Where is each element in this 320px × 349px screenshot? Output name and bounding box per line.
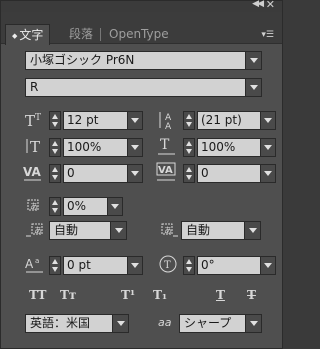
chevron-down-icon[interactable] — [127, 112, 142, 129]
vscale-stepper[interactable] — [49, 138, 61, 157]
antialias-icon: aa — [158, 316, 172, 329]
svg-text:T: T — [35, 113, 41, 123]
baseline-stepper[interactable] — [49, 256, 61, 275]
svg-text:T: T — [160, 137, 170, 153]
aki-right-icon: あ — [159, 221, 179, 239]
font-family-dropdown[interactable]: 小塚ゴシック Pr6N — [25, 51, 262, 70]
svg-text:T: T — [30, 138, 40, 155]
tsume-stepper[interactable] — [49, 197, 61, 216]
svg-text:あ: あ — [164, 226, 172, 235]
chevron-down-icon — [245, 52, 261, 69]
vertical-scale-icon: T — [25, 137, 43, 155]
antialias-dropdown[interactable]: シャープ — [179, 314, 262, 333]
all-caps-button[interactable]: TT — [29, 288, 46, 302]
close-icon[interactable]: ✕ — [266, 0, 275, 11]
kerning-icon: VA — [23, 163, 43, 183]
chevron-down-icon[interactable] — [260, 112, 275, 129]
rotation-icon: T — [158, 254, 178, 274]
tsume-icon: あ — [25, 197, 43, 215]
aki-left-dropdown[interactable]: 自動 — [49, 221, 127, 240]
rotation-stepper[interactable] — [183, 256, 195, 275]
chevron-down-icon — [244, 222, 260, 239]
tab-opentype[interactable]: OpenType — [103, 24, 175, 44]
chevron-down-icon — [110, 222, 126, 239]
font-size-icon: TT — [25, 111, 43, 129]
tracking-stepper[interactable] — [183, 164, 195, 183]
aki-right-dropdown[interactable]: 自動 — [181, 221, 261, 240]
chevron-down-icon[interactable] — [127, 165, 142, 182]
svg-text:あ: あ — [30, 202, 38, 211]
svg-text:T: T — [164, 260, 171, 271]
baseline-shift-icon: Aa — [25, 255, 45, 275]
chevron-down-icon[interactable] — [260, 257, 275, 274]
aki-left-icon: あ — [25, 221, 45, 239]
superscript-button[interactable]: T¹ — [121, 288, 135, 302]
chevron-down-icon[interactable] — [260, 139, 275, 156]
tab-paragraph[interactable]: 段落 — [63, 24, 99, 44]
kerning-stepper[interactable] — [49, 164, 61, 183]
leading-icon: AA — [157, 110, 177, 130]
tab-separator — [100, 28, 101, 41]
chevron-down-icon[interactable] — [107, 198, 122, 215]
hscale-stepper[interactable] — [183, 138, 195, 157]
panel-menu-icon[interactable]: ▾☰ — [261, 30, 274, 40]
svg-text:a: a — [35, 257, 39, 265]
chevron-down-icon[interactable] — [260, 165, 275, 182]
svg-text:A: A — [165, 122, 172, 130]
chevron-down-icon — [112, 315, 128, 332]
language-dropdown[interactable]: 英語：米国 — [25, 314, 129, 333]
leading-stepper[interactable] — [183, 111, 195, 130]
font-style-dropdown[interactable]: R — [25, 78, 262, 97]
character-panel: ◀◀ ✕ ◆ 文字 段落 OpenType ▾☰ 小塚ゴシック Pr6N R TT… — [0, 0, 283, 349]
svg-text:A: A — [25, 257, 34, 271]
underline-button[interactable]: T — [216, 288, 225, 302]
size-stepper[interactable] — [49, 111, 61, 130]
svg-text:T: T — [25, 112, 35, 129]
chevron-down-icon — [245, 315, 261, 332]
svg-text:VA: VA — [23, 165, 41, 179]
strikethrough-button[interactable]: T — [247, 288, 256, 302]
svg-text:VA: VA — [158, 165, 173, 176]
tab-character[interactable]: ◆ 文字 — [5, 24, 51, 45]
tab-bar: ◆ 文字 段落 OpenType ▾☰ — [1, 12, 282, 45]
horizontal-scale-icon: T — [157, 137, 177, 157]
tracking-icon: VA — [156, 162, 178, 184]
svg-text:あ: あ — [34, 226, 42, 235]
chevron-down-icon[interactable] — [127, 139, 142, 156]
small-caps-button[interactable]: Tт — [60, 288, 76, 302]
panel-titlebar: ◀◀ ✕ — [1, 0, 282, 12]
chevron-down-icon — [245, 79, 261, 96]
subscript-button[interactable]: T₁ — [153, 288, 167, 302]
collapse-icon[interactable]: ◀◀ — [252, 0, 264, 9]
chevron-down-icon[interactable] — [127, 257, 142, 274]
updown-icon: ◆ — [12, 32, 18, 40]
